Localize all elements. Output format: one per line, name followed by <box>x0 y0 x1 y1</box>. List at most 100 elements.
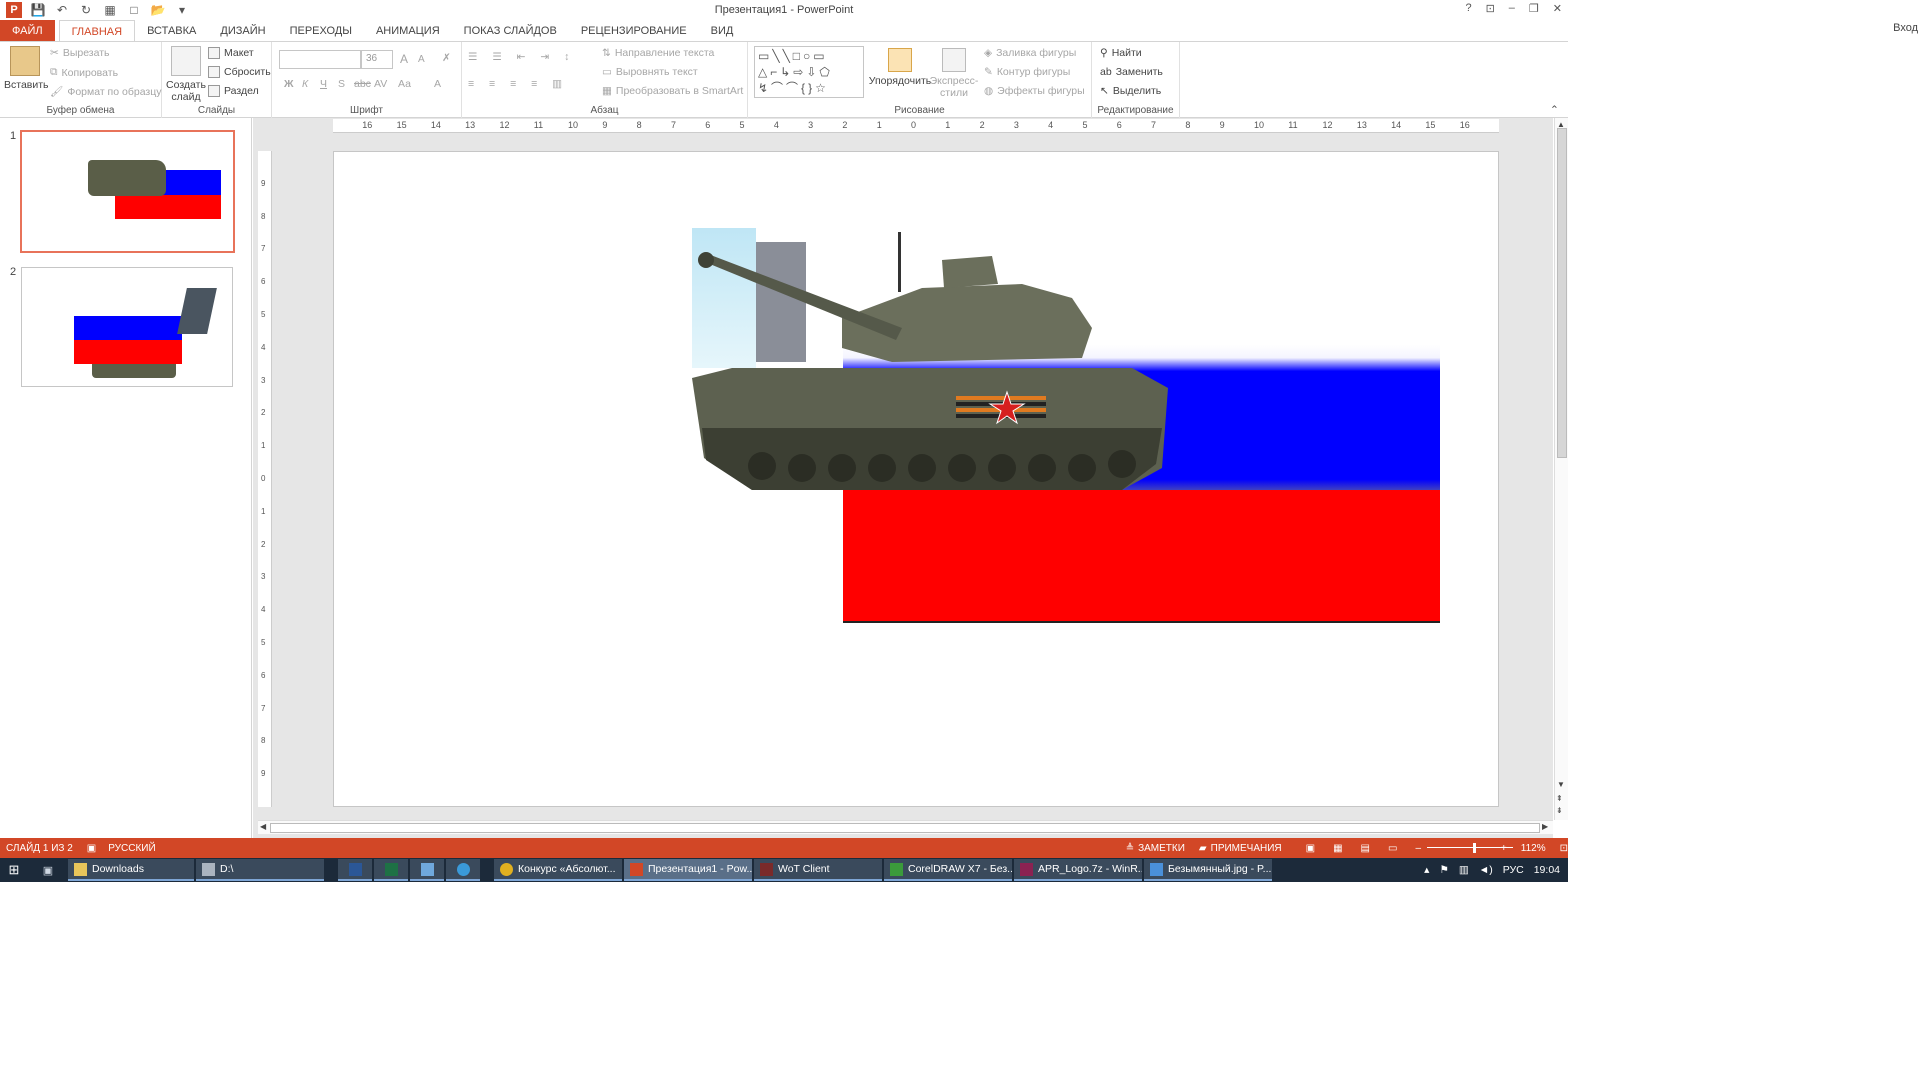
horizontal-scrollbar[interactable]: ◀ ▶ <box>258 820 1553 834</box>
align-buttons[interactable]: ≡ ≡ ≡ ≡ ▥ <box>468 78 568 90</box>
arrange-button[interactable]: Упорядочить <box>868 48 932 87</box>
taskbar-item-word[interactable] <box>338 859 372 881</box>
scroll-down-icon[interactable]: ▼ <box>1557 780 1565 789</box>
flag-tray-icon[interactable]: ⚑ <box>1439 864 1448 876</box>
taskbar-item-winrar[interactable]: APR_Logo.7z - WinR... <box>1014 859 1142 881</box>
taskbar-item-excel[interactable] <box>374 859 408 881</box>
notes-button[interactable]: ЗАМЕТКИ <box>1138 843 1185 854</box>
tab-animation[interactable]: АНИМАЦИЯ <box>364 20 452 42</box>
shape-fill-button[interactable]: ◈ Заливка фигуры <box>984 47 1076 59</box>
tab-design[interactable]: ДИЗАЙН <box>208 20 277 42</box>
spellcheck-icon[interactable]: ▣ <box>87 843 96 854</box>
zoom-in-icon[interactable]: + <box>1501 843 1507 854</box>
zoom-out-icon[interactable]: – <box>1415 843 1421 854</box>
tab-view[interactable]: ВИД <box>699 20 746 42</box>
ruler-tick-label: 13 <box>1356 120 1367 130</box>
bold-button[interactable]: Ж <box>284 78 294 90</box>
taskbar-item-wot[interactable]: WoT Client <box>754 859 882 881</box>
vertical-scroll-thumb[interactable] <box>1557 128 1567 458</box>
taskbar-item-powerpoint[interactable]: Презентация1 - Pow... <box>624 859 752 881</box>
layout-button[interactable]: Макет <box>208 47 254 59</box>
char-spacing-button[interactable]: AV <box>374 78 387 90</box>
reset-button[interactable]: Сбросить <box>208 66 271 78</box>
font-name-field[interactable] <box>279 50 361 69</box>
find-button[interactable]: ⚲ Найти <box>1100 47 1142 59</box>
fit-slide-icon[interactable]: ⊡ <box>1560 843 1568 854</box>
tray-expand-icon[interactable]: ▴ <box>1424 864 1429 876</box>
task-view-icon[interactable]: ▣ <box>28 858 68 882</box>
clear-format-icon[interactable]: ✗ <box>442 52 451 64</box>
tab-file[interactable]: ФАЙЛ <box>0 20 55 42</box>
slide-canvas[interactable] <box>333 151 1499 807</box>
cut-button[interactable]: ✂ Вырезать <box>50 47 110 59</box>
strikethrough-button[interactable]: abc <box>354 78 371 90</box>
zoom-slider[interactable] <box>1427 843 1514 853</box>
scroll-right-icon[interactable]: ▶ <box>1542 822 1548 831</box>
italic-button[interactable]: К <box>302 78 308 90</box>
replace-button[interactable]: ab Заменить <box>1100 66 1163 78</box>
taskbar-item-chrome[interactable]: Конкурс «Абсолют... <box>494 859 622 881</box>
smartart-button[interactable]: ▦ Преобразовать в SmartArt <box>602 85 743 97</box>
list-buttons[interactable]: ☰ ☰ ⇤ ⇥ ↕ <box>468 51 575 63</box>
collapse-ribbon-icon[interactable]: ⌃ <box>1550 104 1559 116</box>
taskbar-item-drive[interactable]: D:\ <box>196 859 324 881</box>
taskbar-item-paint[interactable]: Безымянный.jpg - P... <box>1144 859 1272 881</box>
comments-button[interactable]: ПРИМЕЧАНИЯ <box>1211 843 1282 854</box>
normal-view-icon[interactable]: ▣ <box>1306 843 1315 854</box>
slide-thumbnail-2[interactable] <box>21 267 233 387</box>
flag-red-stripe[interactable] <box>843 490 1440 623</box>
vertical-scrollbar[interactable]: ▲ ▼ ⇞ ⇟ <box>1554 118 1568 820</box>
format-painter-button[interactable]: 🖌 Формат по образцу <box>50 85 162 99</box>
taskbar-item-downloads[interactable]: Downloads <box>68 859 194 881</box>
tab-home[interactable]: ГЛАВНАЯ <box>58 20 136 42</box>
scroll-left-icon[interactable]: ◀ <box>260 822 266 831</box>
align-text-button[interactable]: ▭ Выровнять текст <box>602 66 698 78</box>
network-icon[interactable]: ▥ <box>1459 864 1469 876</box>
horizontal-scroll-thumb[interactable] <box>270 823 1540 833</box>
zoom-level[interactable]: 112% <box>1521 843 1546 854</box>
section-button[interactable]: Раздел <box>208 85 259 97</box>
select-button[interactable]: ↖ Выделить <box>1100 85 1161 97</box>
close-icon[interactable]: ✕ <box>1553 2 1562 15</box>
input-language[interactable]: РУС <box>1503 864 1524 876</box>
font-color-button[interactable]: А <box>434 78 441 90</box>
shapes-gallery[interactable]: ▭╲╲□○▭ △⌐↳⇨⇩⬠ ↯⌒⌒{}☆ <box>754 46 864 98</box>
zoom-slider-thumb[interactable] <box>1473 843 1477 853</box>
help-icon[interactable]: ? <box>1465 2 1471 15</box>
paste-button[interactable]: Вставить <box>4 46 49 91</box>
slide-sorter-icon[interactable]: ▦ <box>1333 843 1342 854</box>
slide-thumbnail-1[interactable] <box>20 130 235 253</box>
copy-button[interactable]: ⧉ Копировать <box>50 66 118 79</box>
text-direction-button[interactable]: ⇅ Направление текста <box>602 47 714 59</box>
font-size-field[interactable]: 36 <box>361 50 393 69</box>
next-slide-icon[interactable]: ⇟ <box>1556 806 1563 815</box>
language-indicator[interactable]: РУССКИЙ <box>108 843 155 854</box>
restore-icon[interactable]: ❐ <box>1529 2 1539 15</box>
tab-review[interactable]: РЕЦЕНЗИРОВАНИЕ <box>569 20 699 42</box>
tab-slideshow[interactable]: ПОКАЗ СЛАЙДОВ <box>452 20 569 42</box>
underline-button[interactable]: Ч <box>320 78 327 90</box>
taskbar-item-audio[interactable] <box>410 859 444 881</box>
taskbar-item-browser[interactable] <box>446 859 480 881</box>
new-slide-button[interactable]: Создать слайд <box>165 46 207 103</box>
ribbon-options-icon[interactable]: ⊡ <box>1486 2 1495 15</box>
grow-font-button[interactable]: A <box>400 52 408 66</box>
prev-slide-icon[interactable]: ⇞ <box>1556 794 1563 803</box>
clock[interactable]: 19:04 <box>1534 864 1560 876</box>
shape-effects-button[interactable]: ◍ Эффекты фигуры <box>984 85 1085 97</box>
taskbar-item-coreldraw[interactable]: CorelDRAW X7 - Без... <box>884 859 1012 881</box>
tab-insert[interactable]: ВСТАВКА <box>135 20 208 42</box>
shrink-font-button[interactable]: A <box>418 54 425 65</box>
shadow-button[interactable]: S <box>338 78 345 90</box>
tank-image[interactable] <box>692 228 1172 508</box>
volume-icon[interactable]: ◄) <box>1479 864 1493 876</box>
slideshow-view-icon[interactable]: ▭ <box>1388 843 1397 854</box>
login-link[interactable]: Вход <box>1893 22 1918 34</box>
change-case-button[interactable]: Аа <box>398 78 411 90</box>
tab-transitions[interactable]: ПЕРЕХОДЫ <box>278 20 364 42</box>
minimize-icon[interactable]: – <box>1509 2 1515 15</box>
shape-outline-button[interactable]: ✎ Контур фигуры <box>984 66 1070 78</box>
start-button-icon[interactable]: ⊞ <box>0 858 28 882</box>
quick-styles-button[interactable]: Экспресс- стили <box>928 48 980 99</box>
reading-view-icon[interactable]: ▤ <box>1361 843 1370 854</box>
